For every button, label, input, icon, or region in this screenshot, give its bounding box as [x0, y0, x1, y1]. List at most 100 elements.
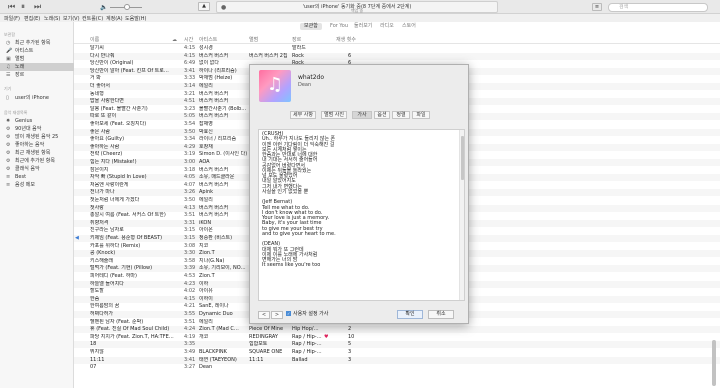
lyrics-scrollbar[interactable]	[459, 130, 464, 300]
song-artist-cell: 성시경	[199, 45, 213, 51]
song-artist-cell: 이하	[199, 280, 209, 287]
dialog-tabs: 세부 사항 앨범 사진 가사 옵션 정렬 파일	[250, 111, 470, 120]
song-time-cell: 3:19	[184, 151, 196, 158]
tab-sorting[interactable]: 정렬	[392, 111, 410, 119]
tab-artwork[interactable]: 앨범 사진	[321, 111, 347, 119]
love-heart-icon: ♥	[324, 333, 329, 340]
sidebar-item-voice-memos[interactable]: ≡ 음성 메모	[0, 181, 74, 189]
table-row[interactable]: 07 3:27 Dean	[74, 364, 720, 372]
column-plays[interactable]: 재생 횟수	[336, 37, 356, 44]
sidebar-item-top25[interactable]: ⚙ 많이 재생된 음악 25	[0, 133, 74, 141]
sidebar-item-label: 90년대 음악	[15, 126, 42, 132]
song-artist-cell: 버스커 버스커	[199, 212, 229, 219]
song-genre-cell: Rap / Hip-…	[292, 341, 322, 348]
tab-options[interactable]: 옵션	[374, 111, 390, 119]
song-artist-cell: Zion.T	[199, 273, 215, 279]
sidebar-item-90s[interactable]: ⚙ 90년대 음악	[0, 125, 74, 133]
sidebar-item-recently-played[interactable]: ⚙ 최근 재생된 항목	[0, 149, 74, 157]
ok-button[interactable]: 확인	[397, 310, 423, 319]
tab-details[interactable]: 세부 사항	[290, 111, 316, 119]
menu-view[interactable]: 보기(V)	[63, 15, 80, 22]
song-artist-cell: Simon D. (이사인 다)	[199, 151, 248, 158]
song-artist-cell: Apink	[199, 189, 214, 196]
table-row[interactable]: 뛰지않 3:49 BLACKPINK SQUARE ONE Rap / Hip-… 3	[74, 349, 720, 356]
previous-button[interactable]: <	[258, 311, 270, 319]
play-pause-icon[interactable]: ⏸	[21, 3, 25, 11]
sidebar-item-best[interactable]: ≡ Best	[0, 173, 74, 181]
cloud-icon[interactable]: ☁	[172, 37, 177, 44]
song-artist-cell: 호창재	[199, 143, 213, 150]
table-row[interactable]: 11:11 3:41 태연 (TAEYEON) 11:11 Ballad 3	[74, 356, 720, 364]
forward-icon[interactable]: ⏭	[34, 3, 41, 11]
volume-slider-knob[interactable]	[124, 4, 130, 10]
search-input[interactable]: 검색	[608, 3, 708, 12]
menu-edit[interactable]: 편집(E)	[24, 15, 40, 22]
menu-account[interactable]: 계정(A)	[106, 15, 123, 22]
song-time-cell: 4:23	[184, 280, 196, 287]
sidebar-item-genres[interactable]: ☰ 장르	[0, 71, 74, 79]
clock-icon: ◷	[6, 40, 11, 46]
table-row[interactable]: 18 3:35 힙합보토 Rap / Hip-… 5	[74, 341, 720, 349]
table-row[interactable]: 달기씨 4:15 성시경 발라드	[74, 45, 720, 52]
sidebar-item-iphone[interactable]: ▯ user의 iPhone	[0, 94, 74, 102]
sidebar-item-classical[interactable]: ⚙ 클래식 음악	[0, 165, 74, 173]
sidebar-item-genius[interactable]: ✸ Genius	[0, 117, 74, 125]
tab-library[interactable]: 보관함	[300, 23, 322, 30]
tab-store[interactable]: 스토어	[398, 23, 420, 30]
sidebar-item-artists[interactable]: 🎤 아티스트	[0, 47, 74, 55]
sidebar-item-songs[interactable]: ♫ 노래	[0, 63, 74, 71]
note-icon: ♫	[6, 64, 11, 70]
table-row[interactable]: 휴 (Feat. 진실 Of Mad Soul Child) 4:24 Zion.T…	[74, 326, 720, 334]
cancel-button[interactable]: 취소	[428, 310, 454, 319]
back-icon[interactable]: ⏮	[8, 3, 15, 11]
menu-song[interactable]: 노래(S)	[44, 15, 60, 22]
song-artist-cell: 잡채영	[199, 121, 213, 127]
song-plays-cell: 5	[348, 341, 352, 348]
song-genre-cell: Ballad	[292, 356, 308, 363]
song-list-scrollbar[interactable]	[712, 340, 716, 386]
column-time[interactable]: 시간	[184, 37, 193, 44]
song-artist-cell: 아이온	[199, 227, 213, 234]
tab-lyrics[interactable]: 가사	[352, 111, 372, 119]
list-icon[interactable]: ≡	[592, 3, 602, 11]
song-time-cell: 4:51	[184, 98, 196, 105]
custom-lyrics-checkbox[interactable]: ✓	[286, 311, 291, 316]
column-album[interactable]: 앨범	[249, 37, 258, 44]
menu-controls[interactable]: 컨트롤(C)	[82, 15, 103, 22]
menu-file[interactable]: 파일(F)	[4, 15, 20, 22]
column-artist[interactable]: 아티스트	[199, 37, 217, 44]
gear-icon: ⚙	[6, 166, 11, 172]
column-name[interactable]: 이름	[90, 37, 99, 44]
song-time-cell: 3:18	[184, 166, 196, 173]
airplay-icon[interactable]: ▲	[198, 2, 210, 11]
tab-file[interactable]: 파일	[412, 111, 430, 119]
tab-for-you[interactable]: For You	[326, 23, 352, 30]
song-artist-cell: BLACKPINK	[199, 349, 227, 355]
lyrics-textarea[interactable]: (CRUSH) Uh.. 하루가 지나도 들리지 않는 폰 이젠 이런 기다림이 더…	[258, 129, 465, 301]
column-genre[interactable]: 장르	[292, 37, 301, 44]
song-artist-cell: 버스커 버스커	[199, 166, 229, 173]
song-time-cell: 3:31	[184, 219, 196, 226]
song-artist-cell: 버스커 버스커	[199, 113, 229, 120]
tab-browse[interactable]: 둘러보기	[350, 23, 376, 30]
table-row[interactable]: 다시 만나줘 4:15 버스커 버스커 버스커 버스커 2집 Rock 6	[74, 52, 720, 60]
table-row[interactable]: 파당 지치가 (Feat. Zion.T, HA:TFE… 4:19 개코 REDIN…	[74, 333, 720, 341]
sidebar-item-label: 앨범	[15, 56, 25, 62]
lyrics-line: It seems like you're too	[262, 262, 321, 269]
menu-help[interactable]: 도움말(H)	[125, 15, 146, 22]
sidebar-item-albums[interactable]: ▣ 앨범	[0, 55, 74, 63]
sidebar-item-recently-added[interactable]: ⚙ 최근에 추가된 항목	[0, 157, 74, 165]
mic-icon: 🎤	[6, 48, 13, 54]
song-time-cell: 3:26	[184, 189, 196, 196]
tab-radio[interactable]: 라디오	[376, 23, 398, 30]
song-artist-cell: 버스커 버스커	[199, 98, 229, 105]
next-button[interactable]: >	[271, 311, 283, 319]
lyrics-scrollbar-thumb[interactable]	[461, 136, 464, 180]
sidebar-item-recent[interactable]: ◷ 최근 추가된 항목	[0, 39, 74, 47]
song-time-cell: 4:07	[184, 181, 196, 188]
sidebar-item-favorites[interactable]: ⚙ 좋아하는 음악	[0, 141, 74, 149]
song-time-cell: 3:23	[184, 105, 196, 112]
song-time-cell: 4:21	[184, 303, 196, 310]
sidebar-item-label: 클래식 음악	[15, 166, 40, 172]
song-artist-cell: 지코	[199, 242, 209, 249]
